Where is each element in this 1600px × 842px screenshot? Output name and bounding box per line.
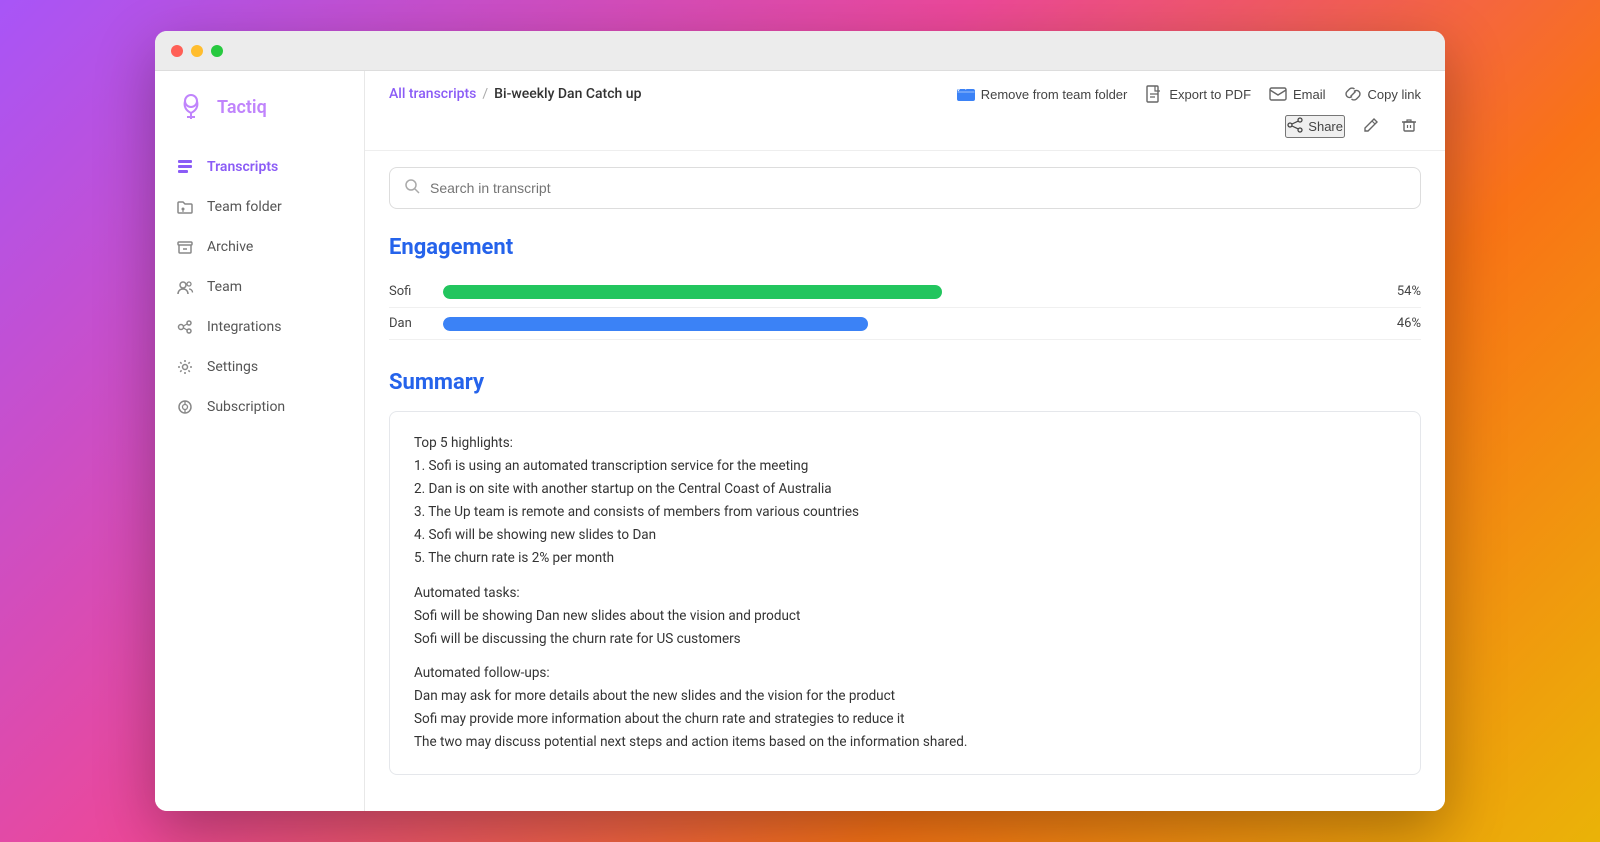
search-area <box>365 151 1445 225</box>
highlight-5: 5. The churn rate is 2% per month <box>414 550 614 566</box>
titlebar <box>155 31 1445 71</box>
trash-icon <box>1401 117 1417 136</box>
automated-task-2: Sofi will be discussing the churn rate f… <box>414 631 741 647</box>
search-icon <box>404 178 420 198</box>
bar-fill-sofi <box>443 285 942 299</box>
archive-icon <box>175 237 195 257</box>
automated-followup-2: Sofi may provide more information about … <box>414 711 905 727</box>
breadcrumb: All transcripts / Bi-weekly Dan Catch up <box>389 86 641 102</box>
content-area: Engagement Sofi 54% Dan <box>365 225 1445 811</box>
breadcrumb-link[interactable]: All transcripts <box>389 86 476 102</box>
folder-remove-icon <box>957 85 975 103</box>
pdf-icon <box>1145 85 1163 103</box>
window-minimize-button[interactable] <box>191 45 203 57</box>
summary-section: Summary Top 5 highlights: 1. Sofi is usi… <box>389 370 1421 775</box>
automated-followups-label: Automated follow-ups: <box>414 665 550 681</box>
export-pdf-button[interactable]: Export to PDF <box>1145 85 1251 103</box>
automated-followups-block: Automated follow-ups: Dan may ask for mo… <box>414 662 1396 754</box>
engagement-row-dan: Dan 46% <box>389 308 1421 340</box>
automated-followup-3: The two may discuss potential next steps… <box>414 734 967 750</box>
engagement-bar-sofi <box>443 285 1367 299</box>
engagement-bar-dan <box>443 317 1367 331</box>
sidebar-item-subscription[interactable]: Subscription <box>155 387 364 427</box>
logo-icon <box>175 91 207 123</box>
sidebar-item-label: Subscription <box>207 399 285 415</box>
sidebar: Tactiq Transcripts <box>155 71 365 811</box>
export-pdf-label: Export to PDF <box>1169 87 1251 102</box>
summary-title: Summary <box>389 370 1421 395</box>
team-icon <box>175 277 195 297</box>
highlight-1: 1. Sofi is using an automated transcript… <box>414 458 808 474</box>
list-icon <box>175 157 195 177</box>
bar-fill-dan <box>443 317 868 331</box>
breadcrumb-current: Bi-weekly Dan Catch up <box>494 86 641 102</box>
sidebar-item-settings[interactable]: Settings <box>155 347 364 387</box>
sidebar-item-transcripts[interactable]: Transcripts <box>155 147 364 187</box>
remove-team-folder-label: Remove from team folder <box>981 87 1128 102</box>
automated-task-1: Sofi will be showing Dan new slides abou… <box>414 608 800 624</box>
engagement-table: Sofi 54% Dan 46% <box>389 276 1421 340</box>
highlights-label: Top 5 highlights: <box>414 435 513 451</box>
sidebar-item-label: Team folder <box>207 199 282 215</box>
window-close-button[interactable] <box>171 45 183 57</box>
engagement-section: Engagement Sofi 54% Dan <box>389 235 1421 340</box>
edit-button[interactable] <box>1359 113 1383 140</box>
remove-team-folder-button[interactable]: Remove from team folder <box>957 85 1128 103</box>
delete-button[interactable] <box>1397 113 1421 140</box>
settings-icon <box>175 357 195 377</box>
engagement-percent-sofi: 54% <box>1381 284 1421 299</box>
automated-followup-1: Dan may ask for more details about the n… <box>414 688 895 704</box>
highlight-4: 4. Sofi will be showing new slides to Da… <box>414 527 656 543</box>
share-label: Share <box>1308 119 1343 134</box>
sidebar-nav: Transcripts Team folder <box>155 147 364 427</box>
share-icon <box>1287 117 1303 136</box>
email-button[interactable]: Email <box>1269 85 1326 103</box>
integrations-icon <box>175 317 195 337</box>
participant-name-sofi: Sofi <box>389 284 429 299</box>
engagement-title: Engagement <box>389 235 1421 260</box>
sidebar-item-label: Archive <box>207 239 253 255</box>
sidebar-item-label: Settings <box>207 359 258 375</box>
highlight-2: 2. Dan is on site with another startup o… <box>414 481 832 497</box>
copy-link-button[interactable]: Copy link <box>1344 85 1421 103</box>
search-input[interactable] <box>430 180 1406 196</box>
automated-tasks-block: Automated tasks: Sofi will be showing Da… <box>414 582 1396 651</box>
email-label: Email <box>1293 87 1326 102</box>
summary-box: Top 5 highlights: 1. Sofi is using an au… <box>389 411 1421 775</box>
copy-link-label: Copy link <box>1368 87 1421 102</box>
logo-text: Tactiq <box>217 97 267 118</box>
window-maximize-button[interactable] <box>211 45 223 57</box>
search-box <box>389 167 1421 209</box>
logo-area: Tactiq <box>155 91 364 147</box>
engagement-row-sofi: Sofi 54% <box>389 276 1421 308</box>
participant-name-dan: Dan <box>389 316 429 331</box>
share-button[interactable]: Share <box>1285 115 1345 138</box>
automated-tasks-label: Automated tasks: <box>414 585 520 601</box>
folder-icon <box>175 197 195 217</box>
highlights-block: Top 5 highlights: 1. Sofi is using an au… <box>414 432 1396 570</box>
highlight-3: 3. The Up team is remote and consists of… <box>414 504 859 520</box>
main-content: All transcripts / Bi-weekly Dan Catch up <box>365 71 1445 811</box>
email-icon <box>1269 85 1287 103</box>
sidebar-item-label: Integrations <box>207 319 281 335</box>
link-icon <box>1344 85 1362 103</box>
topbar: All transcripts / Bi-weekly Dan Catch up <box>365 71 1445 151</box>
sidebar-item-integrations[interactable]: Integrations <box>155 307 364 347</box>
summary-text: Top 5 highlights: 1. Sofi is using an au… <box>414 432 1396 754</box>
subscription-icon <box>175 397 195 417</box>
breadcrumb-separator: / <box>482 86 488 102</box>
sidebar-item-archive[interactable]: Archive <box>155 227 364 267</box>
engagement-percent-dan: 46% <box>1381 316 1421 331</box>
sidebar-item-team[interactable]: Team <box>155 267 364 307</box>
sidebar-item-label: Team <box>207 279 242 295</box>
edit-icon <box>1363 117 1379 136</box>
topbar-actions: Remove from team folder <box>957 85 1421 103</box>
sidebar-item-team-folder[interactable]: Team folder <box>155 187 364 227</box>
sidebar-item-label: Transcripts <box>207 159 278 175</box>
